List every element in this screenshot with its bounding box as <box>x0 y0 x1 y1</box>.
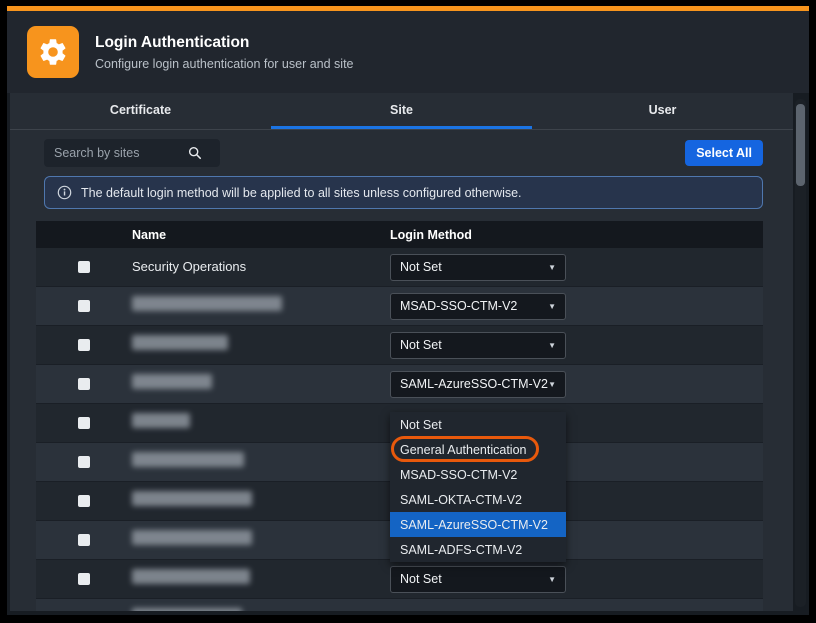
redacted-site-name <box>132 452 244 467</box>
login-method-dropdown-menu: Not Set General Authentication MSAD-SSO-… <box>390 412 566 562</box>
row-checkbox[interactable] <box>78 300 90 312</box>
tab-site[interactable]: Site <box>271 93 532 129</box>
page-header: Login Authentication Configure login aut… <box>7 11 809 93</box>
chevron-down-icon: ▼ <box>548 263 556 272</box>
dropdown-option[interactable]: SAML-OKTA-CTM-V2 <box>390 487 566 512</box>
row-checkbox[interactable] <box>78 339 90 351</box>
row-checkbox[interactable] <box>78 534 90 546</box>
table-row: Not Set ▼ <box>36 560 763 599</box>
row-checkbox[interactable] <box>78 261 90 273</box>
tab-bar: Certificate Site User <box>10 93 793 130</box>
info-icon <box>57 185 72 200</box>
row-checkbox[interactable] <box>78 417 90 429</box>
header-text: Login Authentication Configure login aut… <box>95 34 354 71</box>
row-checkbox[interactable] <box>78 456 90 468</box>
redacted-site-name <box>132 374 212 389</box>
main-panel: Certificate Site User Select All The def… <box>10 93 793 611</box>
dropdown-option-selected[interactable]: SAML-AzureSSO-CTM-V2 <box>390 512 566 537</box>
redacted-site-name <box>132 296 282 311</box>
chevron-down-icon: ▼ <box>548 575 556 584</box>
sites-table: Name Login Method Security Operations No… <box>36 221 763 611</box>
login-method-select-open[interactable]: SAML-AzureSSO-CTM-V2 ▼ <box>390 371 566 398</box>
chevron-down-icon: ▼ <box>548 380 556 389</box>
scrollbar-thumb[interactable] <box>796 104 805 186</box>
table-row: MSAD-SSO-CTM-V2 ▼ <box>36 287 763 326</box>
redacted-site-name <box>132 569 250 584</box>
toolbar: Select All <box>10 130 793 174</box>
search-input[interactable] <box>54 146 178 160</box>
table-row: Not Set ▼ <box>36 326 763 365</box>
search-icon <box>188 146 202 160</box>
redacted-site-name <box>132 608 242 611</box>
dropdown-option[interactable]: Not Set <box>390 412 566 437</box>
search-box[interactable] <box>44 139 220 167</box>
gear-icon <box>37 36 69 68</box>
chevron-down-icon: ▼ <box>548 341 556 350</box>
tab-certificate[interactable]: Certificate <box>10 93 271 129</box>
table-row: Security Operations Not Set ▼ <box>36 248 763 287</box>
tab-user[interactable]: User <box>532 93 793 129</box>
login-method-select[interactable]: Not Set ▼ <box>390 332 566 359</box>
page-subtitle: Configure login authentication for user … <box>95 57 354 71</box>
redacted-site-name <box>132 335 228 350</box>
chevron-down-icon: ▼ <box>548 302 556 311</box>
app-window: Login Authentication Configure login aut… <box>7 6 809 615</box>
table-header-row: Name Login Method <box>36 221 763 248</box>
login-method-select[interactable]: MSAD-SSO-CTM-V2 ▼ <box>390 293 566 320</box>
login-method-select[interactable]: Not Set ▼ <box>390 566 566 593</box>
login-method-select[interactable]: Not Set ▼ <box>390 254 566 281</box>
row-checkbox[interactable] <box>78 378 90 390</box>
vertical-scrollbar[interactable] <box>795 99 806 607</box>
module-icon-badge <box>27 26 79 78</box>
dropdown-option-annotated[interactable]: General Authentication <box>390 437 566 462</box>
redacted-site-name <box>132 413 190 428</box>
column-login-method: Login Method <box>384 228 763 242</box>
dropdown-option[interactable]: MSAD-SSO-CTM-V2 <box>390 462 566 487</box>
row-checkbox[interactable] <box>78 495 90 507</box>
redacted-site-name <box>132 491 252 506</box>
site-name: Security Operations <box>132 259 246 274</box>
table-row: SAML-AzureSSO-CTM-V2 ▼ <box>36 365 763 404</box>
info-banner: The default login method will be applied… <box>44 176 763 209</box>
column-name: Name <box>132 228 384 242</box>
select-all-button[interactable]: Select All <box>685 140 763 166</box>
dropdown-option[interactable]: SAML-ADFS-CTM-V2 <box>390 537 566 562</box>
redacted-site-name <box>132 530 252 545</box>
row-checkbox[interactable] <box>78 573 90 585</box>
info-banner-text: The default login method will be applied… <box>81 186 522 200</box>
page-title: Login Authentication <box>95 34 354 52</box>
table-row <box>36 599 763 611</box>
